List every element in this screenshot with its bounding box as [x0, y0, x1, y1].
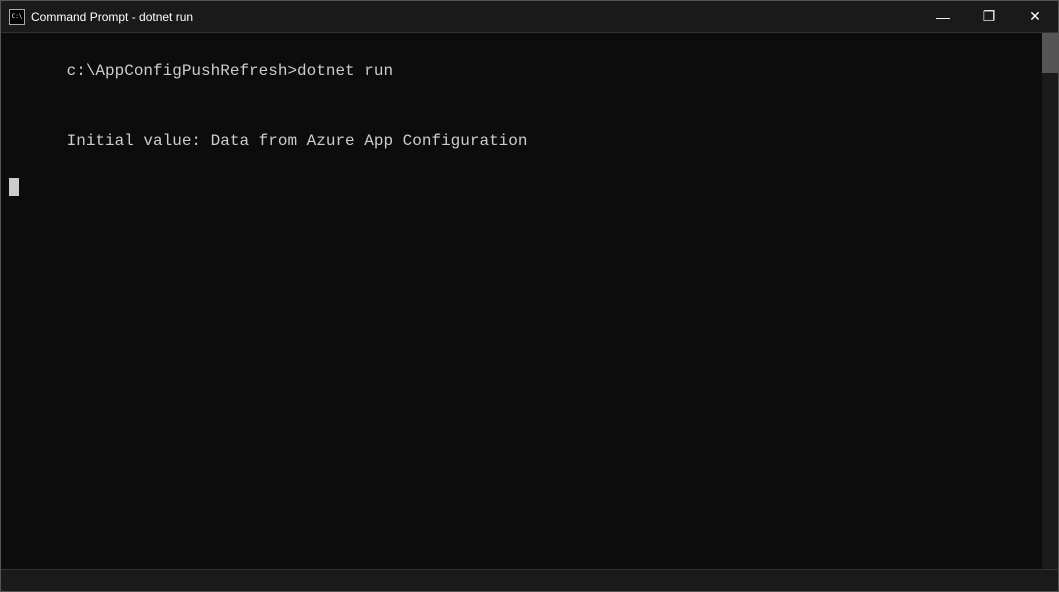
title-bar-controls: — ❐ ✕	[920, 1, 1058, 32]
output-text: Initial value: Data from Azure App Confi…	[67, 132, 528, 150]
close-button[interactable]: ✕	[1012, 1, 1058, 33]
command-text: dotnet run	[297, 62, 393, 80]
cmd-icon	[9, 9, 25, 25]
title-bar-left: Command Prompt - dotnet run	[9, 9, 193, 25]
command-line: c:\AppConfigPushRefresh>dotnet run	[9, 37, 1050, 107]
minimize-button[interactable]: —	[920, 1, 966, 33]
command-prompt: c:\AppConfigPushRefresh>	[67, 62, 297, 80]
scrollbar-track[interactable]	[1042, 33, 1058, 569]
window-title: Command Prompt - dotnet run	[31, 10, 193, 24]
window: Command Prompt - dotnet run — ❐ ✕ c:\App…	[0, 0, 1059, 592]
maximize-button[interactable]: ❐	[966, 1, 1012, 33]
terminal-body[interactable]: c:\AppConfigPushRefresh>dotnet run Initi…	[1, 33, 1058, 569]
scrollbar-thumb[interactable]	[1042, 33, 1058, 73]
output-line: Initial value: Data from Azure App Confi…	[9, 107, 1050, 177]
title-bar: Command Prompt - dotnet run — ❐ ✕	[1, 1, 1058, 33]
cursor-line	[9, 178, 1050, 196]
status-bar	[1, 569, 1058, 591]
terminal-cursor	[9, 178, 19, 196]
